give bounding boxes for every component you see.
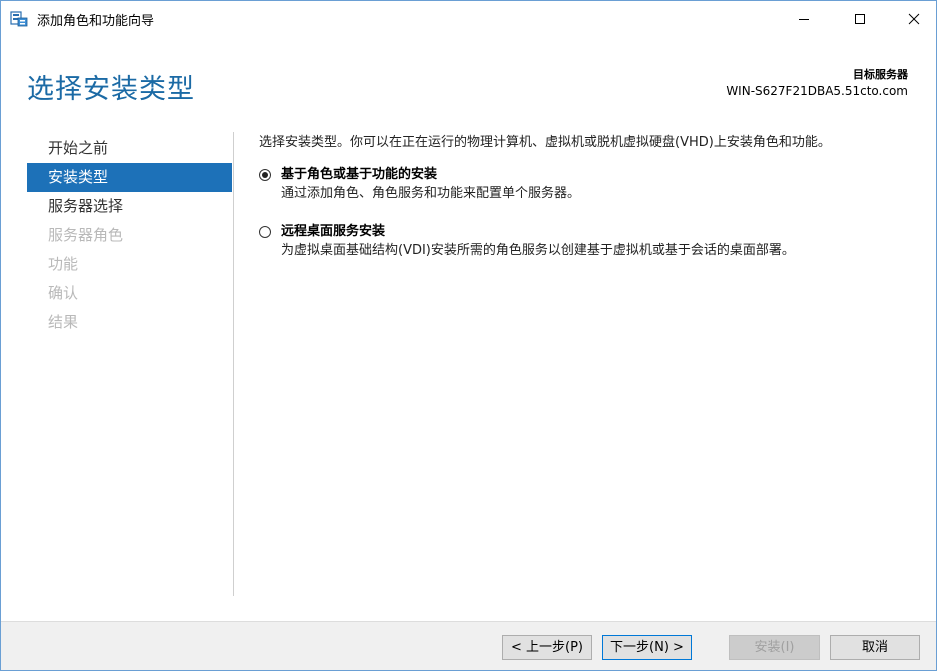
page-title: 选择安装类型	[27, 74, 195, 105]
title-bar[interactable]: 添加角色和功能向导	[1, 1, 936, 37]
option-role-based-label[interactable]: 基于角色或基于功能的安装	[281, 166, 919, 184]
close-icon	[908, 13, 920, 25]
remote-desktop-radio[interactable]	[259, 226, 271, 238]
target-server-info: 目标服务器 WIN-S627F21DBA5.51cto.com	[726, 67, 908, 99]
nav-item-results: 结果	[48, 313, 79, 331]
nav-item-features: 功能	[48, 255, 79, 273]
wizard-nav: 开始之前 安装类型 服务器选择 服务器角色 功能 确认 结果	[27, 134, 232, 337]
window-title: 添加角色和功能向导	[37, 14, 155, 29]
close-button[interactable]	[891, 1, 936, 37]
maximize-icon	[855, 14, 865, 24]
wizard-window: 添加角色和功能向导 选择安装类型 目标服务器 WIN-S627F21DBA5.5…	[0, 0, 937, 671]
install-button: 安装(I)	[729, 635, 820, 660]
option-remote-desktop[interactable]: 远程桌面服务安装 为虚拟桌面基础结构(VDI)安装所需的角色服务以创建基于虚拟机…	[259, 223, 919, 261]
next-button[interactable]: 下一步(N) >	[602, 635, 692, 660]
previous-button[interactable]: < 上一步(P)	[502, 635, 592, 660]
minimize-icon	[799, 19, 809, 20]
intro-text: 选择安装类型。你可以在正在运行的物理计算机、虚拟机或脱机虚拟硬盘(VHD)上安装…	[259, 135, 831, 150]
content-pane: 选择安装类型。你可以在正在运行的物理计算机、虚拟机或脱机虚拟硬盘(VHD)上安装…	[259, 131, 919, 280]
nav-item-server-roles: 服务器角色	[48, 226, 124, 244]
option-remote-desktop-desc: 为虚拟桌面基础结构(VDI)安装所需的角色服务以创建基于虚拟机或基于会话的桌面部…	[281, 243, 795, 258]
nav-item-server-selection[interactable]: 服务器选择	[27, 192, 232, 221]
role-based-radio[interactable]	[259, 169, 271, 181]
option-role-based-desc: 通过添加角色、角色服务和功能来配置单个服务器。	[281, 186, 581, 201]
option-remote-desktop-label[interactable]: 远程桌面服务安装	[281, 223, 919, 241]
cancel-button[interactable]: 取消	[830, 635, 920, 660]
target-server-label: 目标服务器	[853, 68, 908, 81]
maximize-button[interactable]	[837, 1, 883, 37]
nav-item-before-you-begin[interactable]: 开始之前	[27, 134, 232, 163]
target-server-name: WIN-S627F21DBA5.51cto.com	[726, 84, 908, 98]
minimize-button[interactable]	[781, 1, 827, 37]
footer-bar: < 上一步(P) 下一步(N) > 安装(I) 取消	[1, 621, 936, 670]
nav-item-installation-type[interactable]: 安装类型	[27, 163, 232, 192]
server-manager-icon	[10, 11, 28, 27]
nav-divider	[233, 132, 234, 596]
option-role-based[interactable]: 基于角色或基于功能的安装 通过添加角色、角色服务和功能来配置单个服务器。	[259, 166, 919, 204]
nav-item-confirmation: 确认	[48, 284, 79, 302]
